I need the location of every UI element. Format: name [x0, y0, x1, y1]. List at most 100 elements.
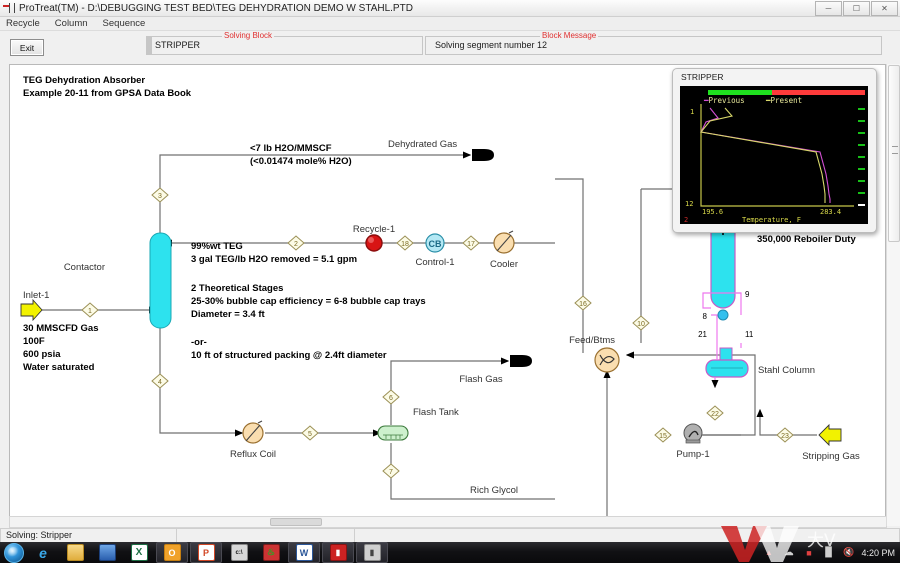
note-teg-line1: 99%wt TEG	[191, 241, 243, 252]
taskbar-item-outlook[interactable]: O	[156, 542, 188, 563]
status-cell-3	[355, 527, 900, 543]
equipment-label-stahl-column: Stahl Column	[758, 365, 815, 376]
stream-arrow-inlet-1[interactable]	[20, 298, 43, 322]
note-spec-line1: <7 lb H2O/MMSCF	[250, 143, 332, 154]
svg-text:23: 23	[781, 433, 789, 440]
stream-marker-18[interactable]: 18	[396, 235, 414, 251]
stream-marker-10[interactable]: 10	[632, 315, 650, 331]
taskbar-item-protreat-window[interactable]: ▮	[356, 542, 388, 563]
taskbar-item-command-prompt[interactable]: c:\	[224, 543, 254, 562]
equipment-feed-btms[interactable]	[594, 347, 620, 373]
stripper-plot-window[interactable]: STRIPPER ━Previous ━Present 1 12 195.6 2…	[672, 68, 877, 233]
stream-arrow-stripping-gas[interactable]	[818, 423, 842, 447]
svg-text:15: 15	[659, 433, 667, 440]
diagram-title-line1: TEG Dehydration Absorber	[23, 75, 145, 86]
flowsheet-canvas-left[interactable]: TEG Dehydration Absorber Example 20-11 f…	[9, 64, 557, 528]
taskbar-item-powerpoint[interactable]: P	[190, 542, 222, 563]
taskbar-item-pdf-reader[interactable]: ▮	[322, 542, 354, 563]
plot-window-title: STRIPPER	[681, 72, 724, 82]
taskbar-item-internet-explorer[interactable]: e	[28, 543, 58, 562]
tray-arrow-icon[interactable]: ▲	[761, 545, 776, 560]
stream-marker-23[interactable]: 23	[776, 427, 794, 443]
equipment-label-feed-btms: Feed/Btms	[569, 335, 615, 346]
block-message-caption: Block Message	[540, 31, 599, 40]
stream-label-rich-glycol: Rich Glycol	[470, 485, 518, 496]
equipment-recycle-1[interactable]	[365, 234, 383, 252]
equipment-label-flash-tank: Flash Tank	[413, 407, 459, 418]
stream-marker-16[interactable]: 16	[574, 295, 592, 311]
note-feed-line2: 100F	[23, 336, 45, 347]
vertical-scrollbar[interactable]	[886, 64, 900, 526]
equipment-label-pump-1: Pump-1	[676, 449, 709, 460]
svg-text:7: 7	[389, 469, 393, 476]
maximize-button[interactable]: ☐	[843, 1, 870, 16]
close-button[interactable]: ✕	[871, 1, 898, 16]
stream-marker-5[interactable]: 5	[301, 425, 319, 441]
window-title: ProTreat(TM) - D:\DEBUGGING TEST BED\TEG…	[19, 2, 413, 14]
note-or-line: -or-	[191, 337, 207, 348]
equipment-label-contactor: Contactor	[64, 262, 105, 273]
note-stages-line1: 2 Theoretical Stages	[191, 283, 283, 294]
stream-marker-4[interactable]: 4	[151, 373, 169, 389]
system-tray: ▲ ☁ ■ ▉ 🔇 4:20 PM	[761, 545, 900, 560]
stream-marker-6[interactable]: 6	[382, 389, 400, 405]
svg-text:10: 10	[637, 321, 645, 328]
window-controls: ─ ☐ ✕	[815, 1, 898, 16]
menu-item-recycle[interactable]: Recycle	[6, 18, 40, 29]
stream-arrow-dehydrated-gas[interactable]	[472, 149, 494, 161]
stream-marker-15[interactable]: 15	[654, 427, 672, 443]
taskbar: e X O P c:\ ♨ W ▮ ▮ ▲ ☁ ■ ▉ 🔇 4:20 PM	[0, 542, 900, 563]
tray-volume-icon[interactable]: 🔇	[841, 545, 856, 560]
stream-marker-7[interactable]: 7	[382, 463, 400, 479]
stream-label-dehydrated-gas: Dehydrated Gas	[388, 139, 457, 150]
svg-text:5: 5	[308, 431, 312, 438]
minimize-button[interactable]: ─	[815, 1, 842, 16]
taskbar-item-protreat-app[interactable]: ♨	[256, 543, 286, 562]
tray-app-icon[interactable]: ■	[801, 545, 816, 560]
horizontal-scrollbar[interactable]	[9, 516, 887, 528]
application-window: ProTreat(TM) - D:\DEBUGGING TEST BED\TEG…	[0, 0, 900, 563]
taskbar-item-media-player[interactable]	[92, 543, 122, 562]
svg-text:17: 17	[467, 241, 475, 248]
equipment-pump-1[interactable]	[683, 423, 703, 444]
equipment-label-cooler: Cooler	[490, 259, 518, 270]
tray-number-11: 11	[745, 330, 754, 339]
equipment-stahl-column[interactable]	[705, 347, 749, 378]
tray-number-9: 9	[745, 290, 750, 299]
app-icon	[3, 2, 15, 14]
note-spec-line2: (<0.01474 mole% H2O)	[250, 156, 352, 167]
stream-label-inlet-1: Inlet-1	[23, 290, 49, 301]
stream-label-stripping-gas: Stripping Gas	[802, 451, 860, 462]
svg-text:6: 6	[389, 395, 393, 402]
tray-network-icon[interactable]: ☁	[781, 545, 796, 560]
svg-text:2: 2	[294, 241, 298, 248]
tray-signal-icon[interactable]: ▉	[821, 545, 836, 560]
stream-marker-1[interactable]: 1	[81, 302, 99, 318]
hscroll-thumb[interactable]	[270, 518, 322, 526]
menu-item-sequence[interactable]: Sequence	[103, 18, 146, 29]
exit-button[interactable]: Exit	[10, 39, 44, 56]
note-reboiler-duty: 350,000 Reboiler Duty	[757, 234, 856, 245]
title-bar: ProTreat(TM) - D:\DEBUGGING TEST BED\TEG…	[0, 0, 900, 17]
note-feed-line1: 30 MMSCFD Gas	[23, 323, 99, 334]
vscroll-thumb[interactable]	[888, 65, 900, 242]
stream-marker-22[interactable]: 22	[706, 405, 724, 421]
taskbar-item-excel[interactable]: X	[124, 543, 154, 562]
taskbar-item-windows-explorer[interactable]	[60, 543, 90, 562]
equipment-label-reflux-coil: Reflux Coil	[230, 449, 276, 460]
menu-bar: Recycle Column Sequence	[0, 17, 900, 31]
block-message-value: Solving segment number 12	[435, 40, 548, 50]
stripper-bottom-node[interactable]	[717, 309, 729, 321]
stream-marker-2[interactable]: 2	[287, 235, 305, 251]
stream-marker-17[interactable]: 17	[462, 235, 480, 251]
solving-block-caption: Solving Block	[222, 31, 275, 40]
start-button[interactable]	[0, 542, 28, 563]
equipment-label-control-1: Control-1	[415, 257, 454, 268]
taskbar-item-word[interactable]: W	[288, 542, 320, 563]
stream-arrow-flash-gas[interactable]	[510, 355, 532, 367]
tray-clock[interactable]: 4:20 PM	[861, 548, 895, 558]
equipment-flash-tank[interactable]	[377, 425, 409, 441]
stream-marker-3[interactable]: 3	[151, 187, 169, 203]
menu-item-column[interactable]: Column	[55, 18, 88, 29]
note-teg-line2: 3 gal TEG/lb H2O removed = 5.1 gpm	[191, 254, 357, 265]
